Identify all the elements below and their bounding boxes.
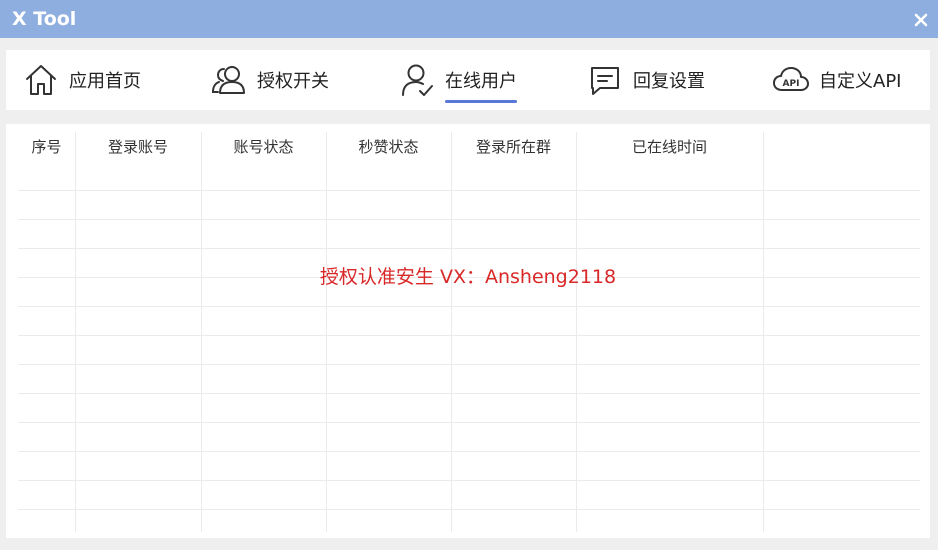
tab-reply-settings-label: 回复设置 <box>633 71 705 92</box>
column-divider <box>763 132 764 532</box>
row-divider <box>18 480 920 481</box>
column-divider <box>576 132 577 532</box>
column-header-online-time[interactable]: 已在线时间 <box>576 132 763 162</box>
column-divider <box>326 132 327 532</box>
column-header-account[interactable]: 登录账号 <box>75 132 201 162</box>
tab-auth-switch[interactable]: 授权开关 <box>210 50 329 110</box>
row-divider <box>18 364 920 365</box>
table-grid: 序号 登录账号 账号状态 秒赞状态 登录所在群 已在线时间 <box>18 132 920 532</box>
row-divider <box>18 335 920 336</box>
column-header-group[interactable]: 登录所在群 <box>451 132 576 162</box>
column-header-like-status[interactable]: 秒赞状态 <box>326 132 451 162</box>
row-divider <box>18 393 920 394</box>
online-users-table: 序号 登录账号 账号状态 秒赞状态 登录所在群 已在线时间 授权认准安生 VX：… <box>6 124 930 538</box>
column-divider <box>201 132 202 532</box>
row-divider <box>18 306 920 307</box>
cloud-api-icon: API <box>773 67 809 91</box>
close-icon <box>914 13 928 27</box>
column-header-index[interactable]: 序号 <box>18 132 75 162</box>
title-bar: X Tool <box>0 0 938 38</box>
watermark-text: 授权认准安生 VX：Ansheng2118 <box>319 266 617 288</box>
user-check-icon <box>402 64 433 96</box>
svg-text:API: API <box>783 79 800 89</box>
row-divider <box>18 248 920 249</box>
row-divider <box>18 190 920 191</box>
message-icon <box>591 67 619 95</box>
window-title: X Tool <box>12 8 77 30</box>
users-icon <box>211 66 245 94</box>
close-button[interactable] <box>910 9 932 31</box>
row-divider <box>18 451 920 452</box>
tab-reply-settings[interactable]: 回复设置 <box>586 50 705 110</box>
tab-custom-api[interactable]: API 自定义API <box>772 50 901 110</box>
tab-online-users-label: 在线用户 <box>445 67 517 103</box>
column-divider <box>451 132 452 532</box>
column-header-account-status[interactable]: 账号状态 <box>201 132 326 162</box>
home-icon <box>26 65 56 95</box>
nav-bar: 应用首页 授权开关 在线用户 回复设置 API 自定义API <box>6 50 930 110</box>
tab-home[interactable]: 应用首页 <box>22 50 141 110</box>
tab-online-users[interactable]: 在线用户 <box>398 50 517 110</box>
column-divider <box>75 132 76 532</box>
tab-custom-api-label: 自定义API <box>819 71 902 92</box>
row-divider <box>18 219 920 220</box>
tab-auth-switch-label: 授权开关 <box>257 71 329 92</box>
row-divider <box>18 422 920 423</box>
tab-home-label: 应用首页 <box>69 71 141 92</box>
row-divider <box>18 509 920 510</box>
